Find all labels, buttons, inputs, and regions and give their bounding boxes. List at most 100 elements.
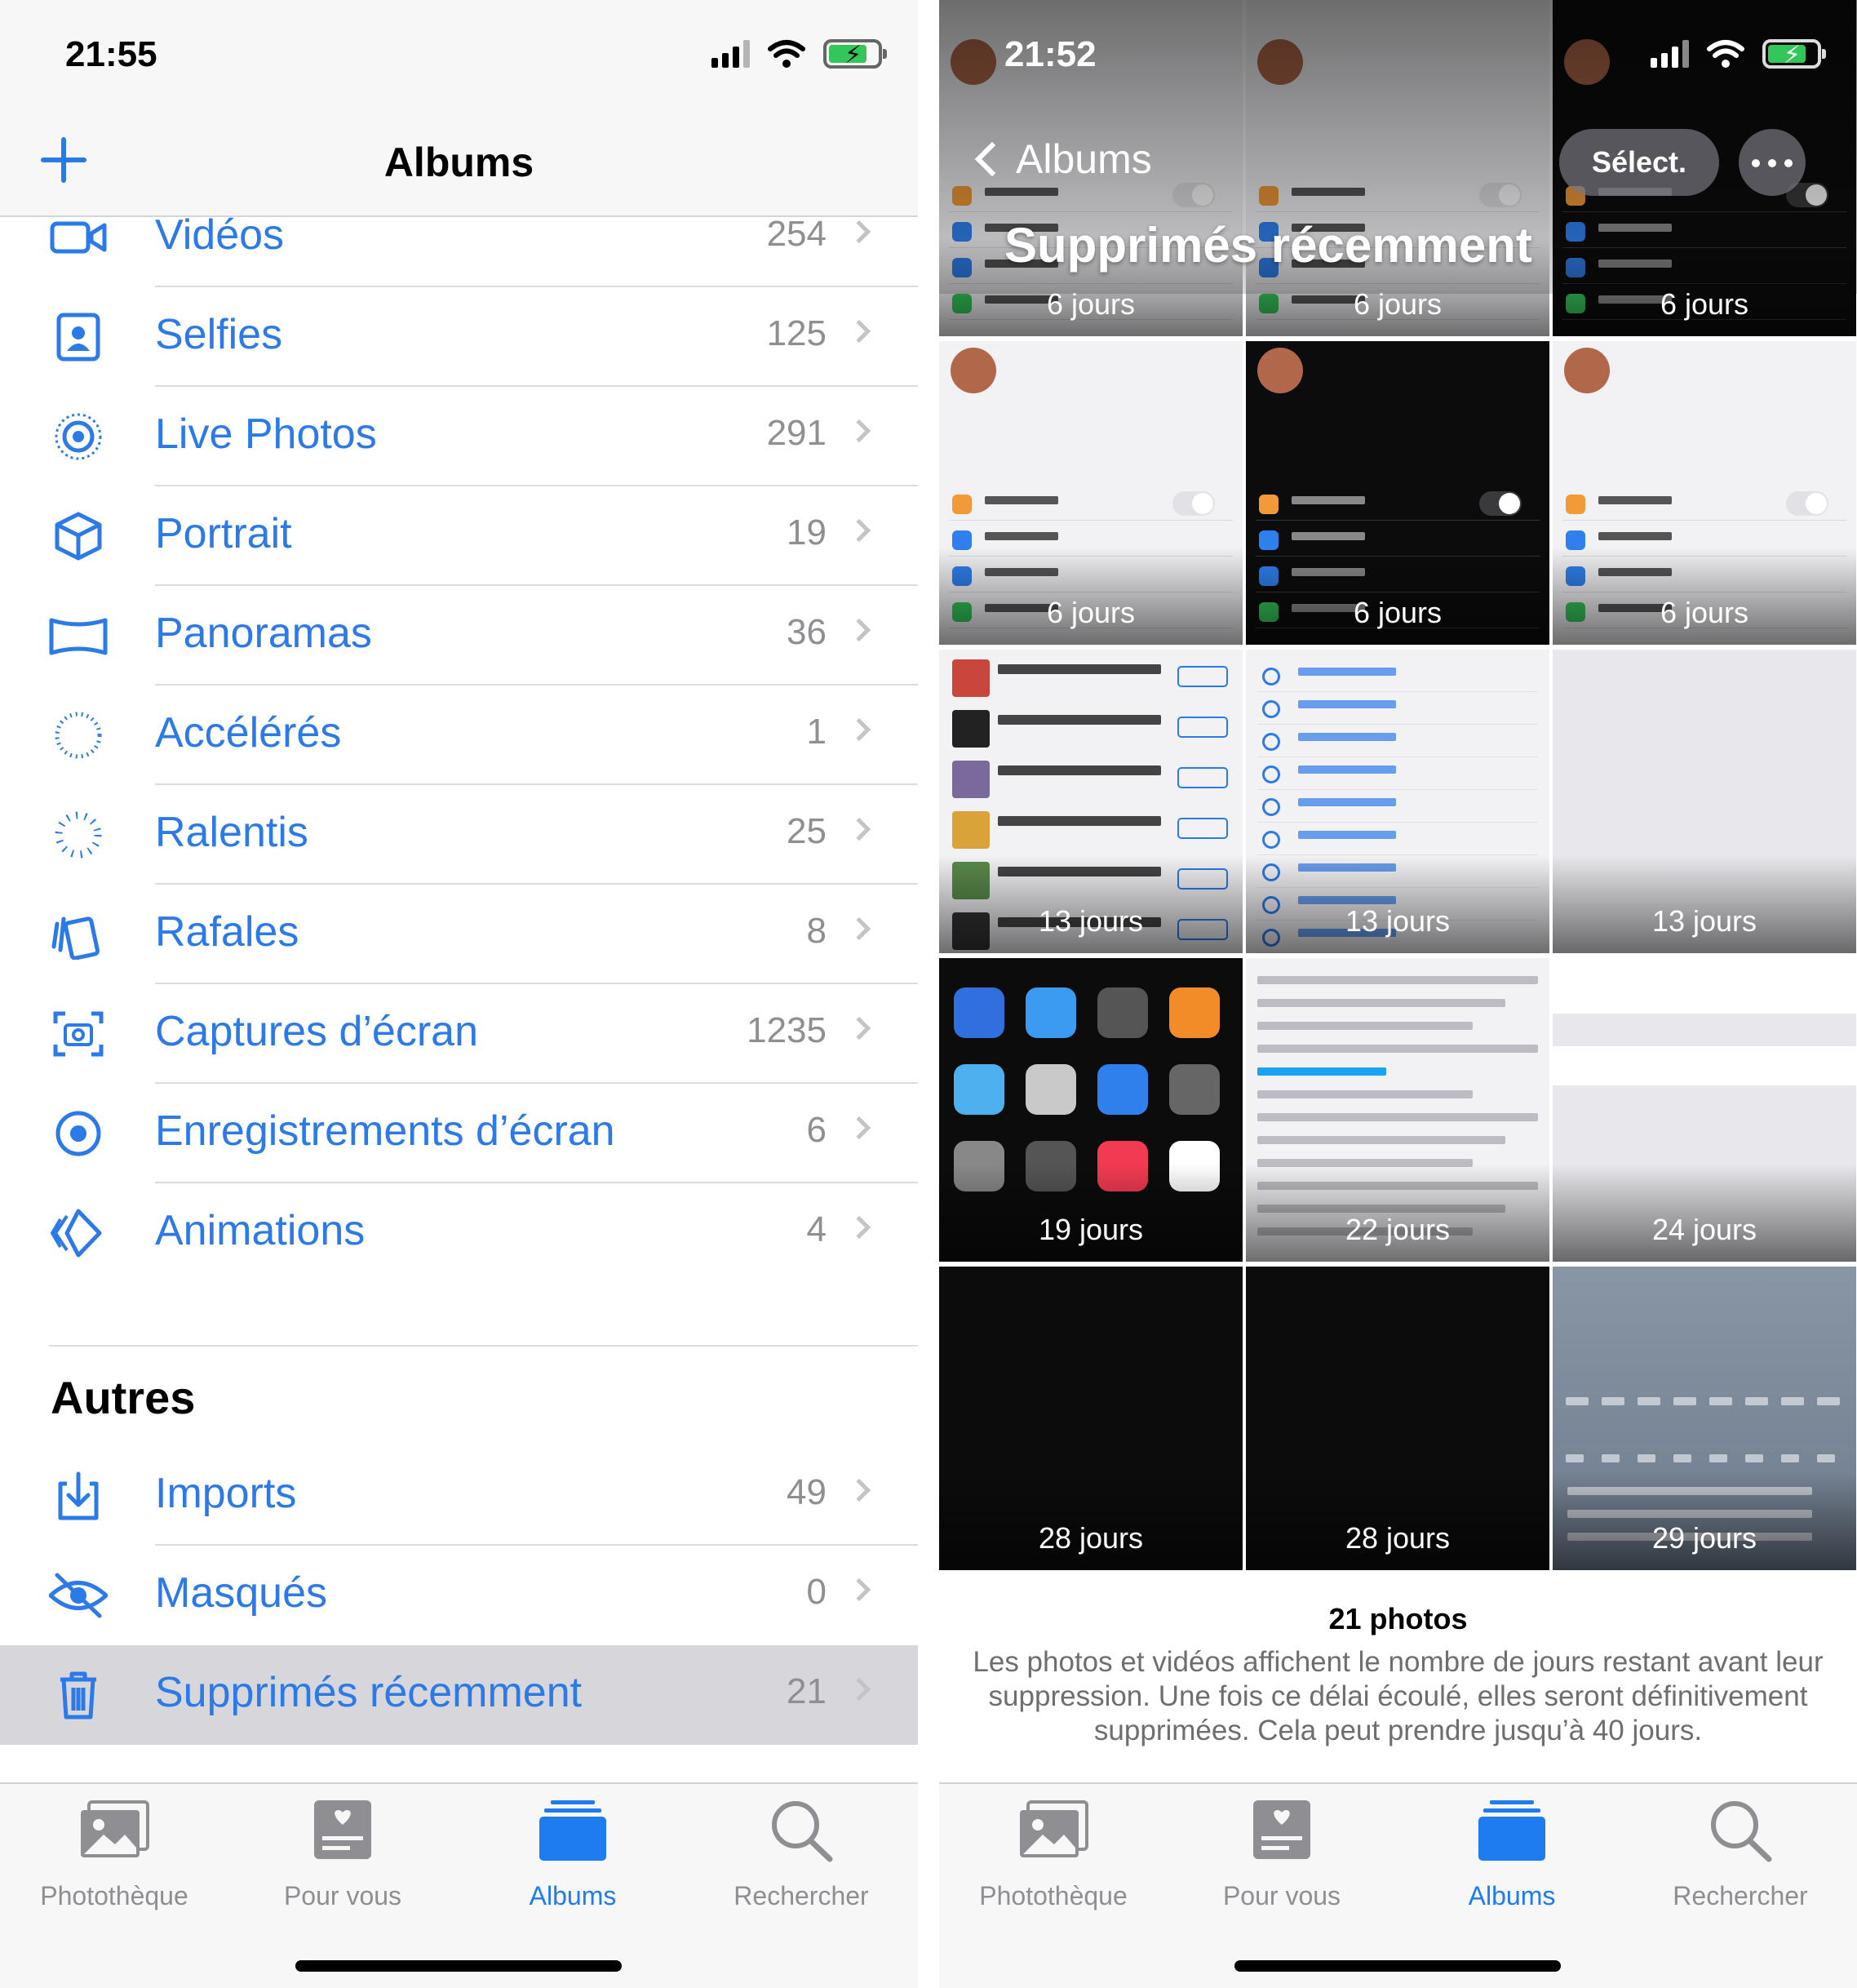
tab-search[interactable]: Rechercher <box>1634 1799 1846 1911</box>
photo-count: 21 photos <box>1328 1602 1468 1635</box>
album-row-timelapse[interactable]: Accélérés 1 <box>0 686 918 785</box>
tab-bar: Photothèque Pour vous Albums Rechercher <box>939 1782 1857 1988</box>
back-label: Albums <box>1016 136 1152 182</box>
for-you-icon <box>1253 1800 1310 1859</box>
panorama-icon <box>49 618 108 655</box>
days-remaining-label: 13 jours <box>1038 904 1144 938</box>
photo-thumbnail[interactable]: 13 jours <box>1553 650 1856 953</box>
photo-thumbnail[interactable]: 28 jours <box>939 1267 1243 1570</box>
tab-for-you[interactable]: Pour vous <box>237 1799 449 1911</box>
home-indicator <box>1234 1960 1561 1972</box>
page-title: Albums <box>383 140 534 185</box>
album-count: 36 <box>787 612 827 652</box>
hidden-eye-icon <box>49 1573 108 1618</box>
battery-charging-icon: ⚡ <box>1762 39 1826 69</box>
import-icon <box>58 1471 99 1520</box>
album-row-videos[interactable]: Vidéos 254 <box>0 188 918 287</box>
album-count: 1235 <box>747 1010 827 1050</box>
photo-thumbnail[interactable]: 6 jours <box>939 341 1243 645</box>
page-title: Supprimés récemment <box>1004 218 1532 273</box>
chevron-right-icon <box>847 419 871 443</box>
album-label: Accélérés <box>155 709 342 757</box>
album-row-hidden[interactable]: Masqués 0 <box>0 1546 918 1645</box>
tab-albums[interactable]: Albums <box>1406 1799 1618 1911</box>
select-button[interactable]: Sélect. <box>1559 129 1719 196</box>
photo-thumbnail[interactable]: 6 jours <box>1553 341 1856 645</box>
status-icons: ⚡ <box>711 39 887 69</box>
album-row-screenshots[interactable]: Captures d’écran 1235 <box>0 984 918 1084</box>
tab-library[interactable]: Photothèque <box>8 1799 220 1911</box>
back-button[interactable]: Albums <box>964 135 1152 183</box>
slowmo-icon <box>55 811 102 859</box>
days-remaining-label: 28 jours <box>1345 1521 1451 1555</box>
video-icon <box>50 221 107 254</box>
album-count: 25 <box>787 811 827 851</box>
wifi-icon <box>768 40 805 68</box>
tab-library[interactable]: Photothèque <box>947 1799 1159 1911</box>
days-remaining-label: 19 jours <box>1038 1213 1144 1246</box>
status-time: 21:55 <box>65 34 157 74</box>
album-row-live-photos[interactable]: Live Photos 291 <box>0 387 918 486</box>
tab-search[interactable]: Rechercher <box>695 1799 907 1911</box>
photo-thumbnail[interactable]: 19 jours <box>939 958 1243 1262</box>
chevron-right-icon <box>847 1116 871 1140</box>
album-label: Rafales <box>155 908 299 956</box>
timelapse-icon <box>55 712 102 759</box>
album-row-slowmo[interactable]: Ralentis 25 <box>0 785 918 885</box>
chevron-right-icon <box>847 717 871 742</box>
album-row-selfies[interactable]: Selfies 125 <box>0 287 918 387</box>
album-row-imports[interactable]: Imports 49 <box>0 1446 918 1546</box>
search-icon <box>1711 1801 1772 1862</box>
albums-icon <box>1478 1800 1545 1861</box>
days-remaining-label: 6 jours <box>1046 596 1136 629</box>
album-count: 0 <box>806 1572 827 1612</box>
album-row-screen-recordings[interactable]: Enregistrements d’écran 6 <box>0 1084 918 1183</box>
album-count: 125 <box>766 313 827 353</box>
album-count: 1 <box>806 712 827 752</box>
chevron-right-icon <box>847 1677 871 1702</box>
album-label: Supprimés récemment <box>155 1669 583 1716</box>
album-label: Panoramas <box>155 610 372 657</box>
photo-thumbnail[interactable]: 6 jours <box>1246 341 1549 645</box>
photo-thumbnail[interactable]: 13 jours <box>1246 650 1549 953</box>
album-label: Enregistrements d’écran <box>155 1107 615 1155</box>
photo-thumbnail[interactable]: 28 jours <box>1246 1267 1549 1570</box>
chevron-right-icon <box>847 916 871 941</box>
recently-deleted-screen: 6 jours 6 jours 6 jours 6 jours 6 jours 6 jou… <box>939 0 1857 1988</box>
selfie-icon <box>56 313 100 362</box>
album-row-portrait[interactable]: Portrait 19 <box>0 486 918 586</box>
chevron-right-icon <box>847 1478 871 1502</box>
days-remaining-label: 13 jours <box>1651 904 1757 938</box>
album-count: 254 <box>766 214 827 254</box>
album-row-recently-deleted[interactable]: Supprimés récemment 21 <box>0 1645 918 1745</box>
album-label: Portrait <box>155 510 292 557</box>
album-row-panoramas[interactable]: Panoramas 36 <box>0 586 918 686</box>
album-row-animations[interactable]: Animations 4 <box>0 1183 918 1283</box>
tab-albums[interactable]: Albums <box>467 1799 679 1911</box>
chevron-right-icon <box>847 1215 871 1240</box>
photo-library-icon <box>81 1800 149 1857</box>
chevron-right-icon <box>847 618 871 642</box>
cellular-signal-icon <box>711 40 750 68</box>
album-count: 49 <box>787 1472 827 1512</box>
cellular-signal-icon <box>1651 40 1689 68</box>
album-label: Vidéos <box>155 211 285 259</box>
photo-thumbnail[interactable]: 24 jours <box>1553 958 1856 1262</box>
days-remaining-label: 29 jours <box>1651 1521 1757 1555</box>
portrait-cube-icon <box>55 512 102 561</box>
wifi-icon <box>1707 40 1744 68</box>
album-row-burst[interactable]: Rafales 8 <box>0 885 918 984</box>
chevron-left-icon <box>974 141 1010 177</box>
days-remaining-label: 6 jours <box>1353 596 1443 629</box>
photo-thumbnail[interactable]: 29 jours <box>1553 1267 1856 1570</box>
photo-library-icon <box>1020 1800 1088 1857</box>
more-options-button[interactable] <box>1739 129 1806 196</box>
chevron-right-icon <box>847 1016 871 1041</box>
status-time: 21:52 <box>1004 34 1097 74</box>
photo-thumbnail[interactable]: 22 jours <box>1246 958 1549 1262</box>
days-remaining-label: 22 jours <box>1345 1213 1451 1246</box>
tab-for-you[interactable]: Pour vous <box>1176 1799 1388 1911</box>
photo-thumbnail[interactable]: 13 jours <box>939 650 1243 953</box>
album-count: 21 <box>787 1671 827 1711</box>
screenshot-icon <box>53 1011 104 1057</box>
